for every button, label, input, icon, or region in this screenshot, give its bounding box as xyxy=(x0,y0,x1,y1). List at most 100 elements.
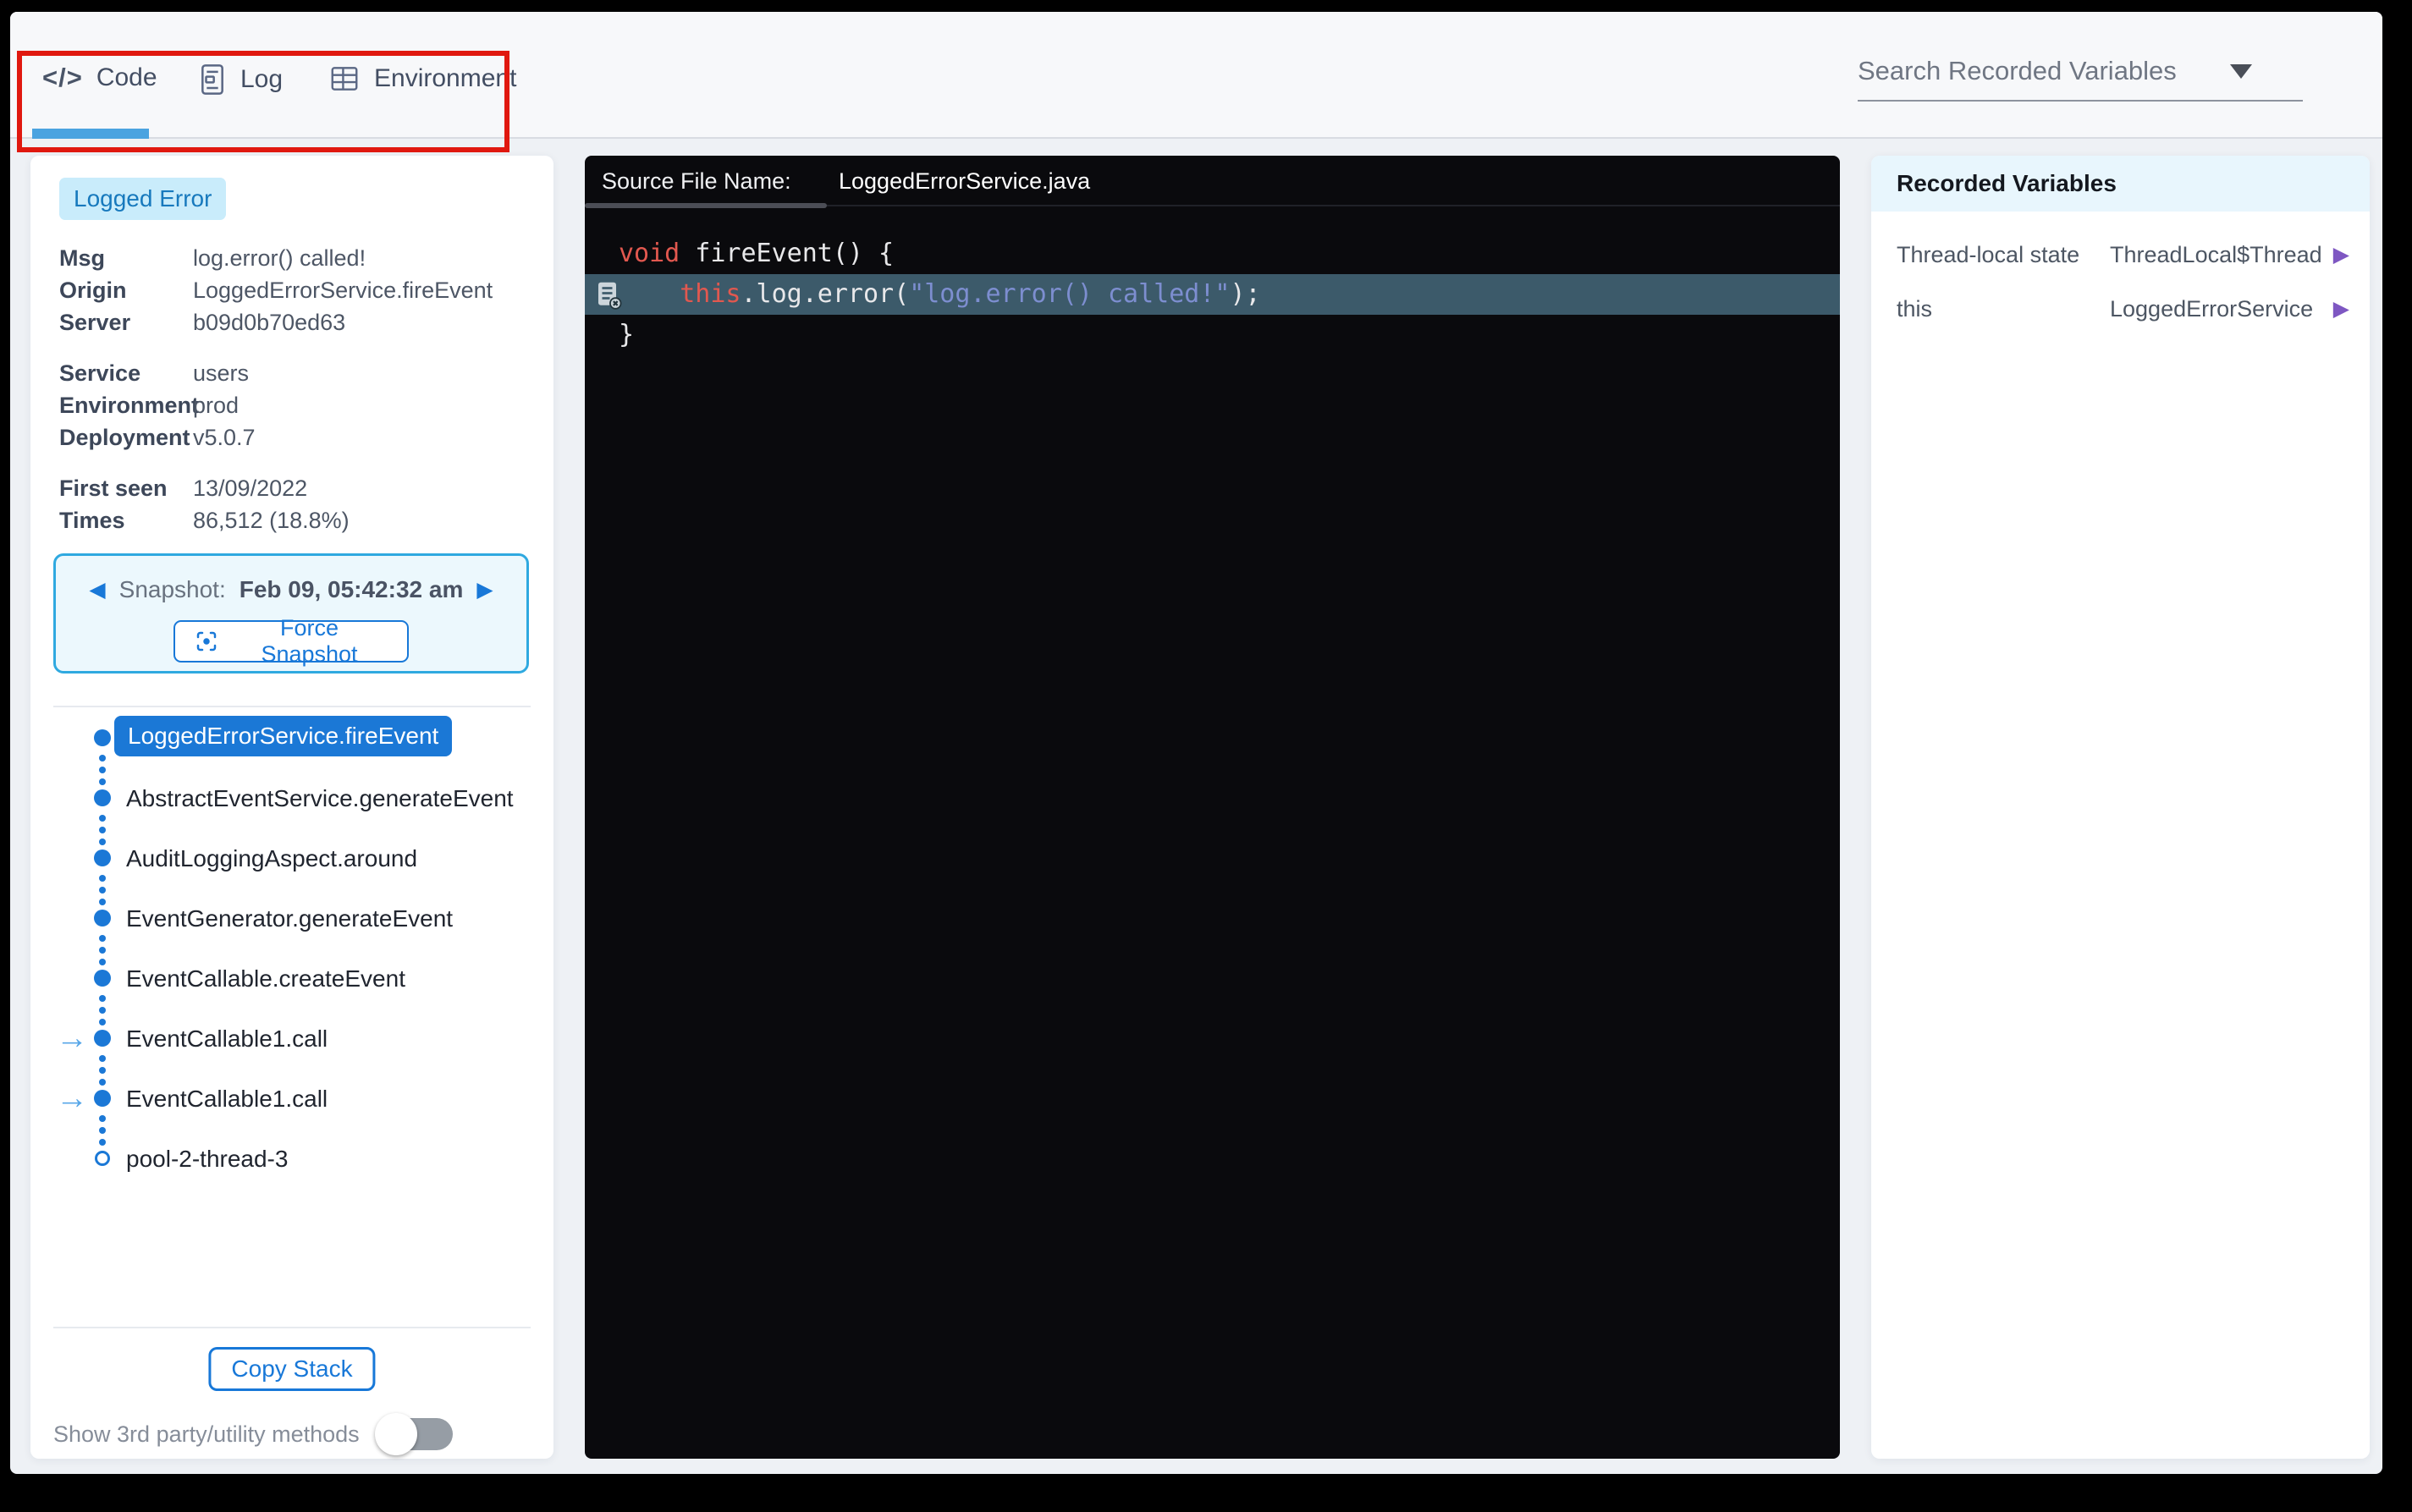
log-icon xyxy=(198,63,227,96)
field-row: Environmentprod xyxy=(59,389,540,421)
field-group: First seen13/09/2022Times86,512 (18.8%) xyxy=(59,472,540,536)
field-value: LoggedErrorService.fireEvent xyxy=(193,278,493,304)
stack-frame-label: AbstractEventService.generateEvent xyxy=(126,784,514,813)
stack-frame-label: EventGenerator.generateEvent xyxy=(126,904,453,933)
stack-node-icon xyxy=(94,849,111,866)
snapshot-label: Snapshot: xyxy=(119,576,226,603)
stack-item[interactable]: → EventCallable1.call xyxy=(30,1020,553,1080)
force-snapshot-label: Force Snapshot xyxy=(230,615,388,668)
dropdown-arrow-icon[interactable] xyxy=(2230,64,2252,79)
field-label: Deployment xyxy=(59,425,193,451)
variable-name: this xyxy=(1897,296,1932,322)
tab-environment[interactable]: Environment xyxy=(328,63,516,95)
field-value: 13/09/2022 xyxy=(193,476,307,502)
field-label: Times xyxy=(59,508,193,534)
code-token: "log.error() called!" xyxy=(909,279,1230,309)
editor-header: Source File Name: LoggedErrorService.jav… xyxy=(585,156,1840,206)
divider xyxy=(53,706,531,707)
toggle-knob xyxy=(375,1413,417,1455)
third-party-toggle[interactable] xyxy=(380,1418,453,1450)
recorded-variables-panel: Recorded Variables Thread-local stateThr… xyxy=(1871,156,2370,1459)
stack-item[interactable]: AbstractEventService.generateEvent xyxy=(30,779,553,839)
stack-frame-label: EventCallable1.call xyxy=(126,1025,328,1053)
variables-list: Thread-local stateThreadLocal$ThreadL…▶t… xyxy=(1871,212,2370,340)
stack-item[interactable]: →EventCallable1.call xyxy=(30,1080,553,1140)
previous-snapshot-arrow[interactable]: ◀ xyxy=(89,580,105,601)
stack-item[interactable]: AuditLoggingAspect.around xyxy=(30,839,553,899)
code-token xyxy=(619,279,680,309)
next-snapshot-arrow[interactable]: ▶ xyxy=(476,580,493,601)
toggle-label: Show 3rd party/utility methods xyxy=(53,1421,360,1448)
field-row: Deploymentv5.0.7 xyxy=(59,421,540,454)
field-value: users xyxy=(193,360,249,387)
stack-node-icon xyxy=(94,789,111,806)
tab-environment-label: Environment xyxy=(374,64,516,93)
tab-log[interactable]: Log xyxy=(198,63,283,96)
code-token: } xyxy=(619,320,634,349)
field-label: First seen xyxy=(59,476,193,502)
thread-node-icon xyxy=(95,1151,110,1166)
logpoint-icon[interactable] xyxy=(593,279,624,310)
code-line[interactable]: } xyxy=(585,315,1840,355)
expand-arrow-icon[interactable]: ▶ xyxy=(2333,296,2349,322)
source-file-label: Source File Name: xyxy=(602,168,791,195)
stack-item[interactable]: EventCallable.createEvent xyxy=(30,959,553,1020)
recorded-variables-title: Recorded Variables xyxy=(1897,170,2117,197)
tab-log-label: Log xyxy=(240,65,283,94)
stack-item[interactable]: LoggedErrorService.fireEvent xyxy=(30,719,553,779)
field-row: OriginLoggedErrorService.fireEvent xyxy=(59,274,540,306)
search-recorded-variables[interactable]: Search Recorded Variables xyxy=(1858,56,2303,102)
entry-arrow-icon: → xyxy=(56,1020,88,1056)
recorded-variables-header: Recorded Variables xyxy=(1871,156,2370,212)
field-row: First seen13/09/2022 xyxy=(59,472,540,504)
snapshot-nav-row: ◀ Snapshot: Feb 09, 05:42:32 am ▶ xyxy=(56,576,526,603)
stack-trace-list: LoggedErrorService.fireEvent AbstractEven… xyxy=(30,719,553,1200)
field-label: Environment xyxy=(59,393,193,419)
field-value: log.error() called! xyxy=(193,245,366,272)
variable-name: Thread-local state xyxy=(1897,242,2079,268)
field-group: Msglog.error() called!OriginLoggedErrorS… xyxy=(59,242,540,338)
stack-item[interactable]: pool-2-thread-3 xyxy=(30,1140,553,1200)
expand-arrow-icon[interactable]: ▶ xyxy=(2333,242,2349,267)
code-token: .log.error( xyxy=(741,279,910,309)
code-line[interactable]: this.log.error("log.error() called!"); xyxy=(585,274,1840,315)
field-group: ServiceusersEnvironmentprodDeploymentv5.… xyxy=(59,357,540,454)
divider xyxy=(53,1327,531,1328)
stack-node-icon xyxy=(94,970,111,987)
field-row: Serverb09d0b70ed63 xyxy=(59,306,540,338)
field-value: 86,512 (18.8%) xyxy=(193,508,350,534)
toggle-row: Show 3rd party/utility methods xyxy=(53,1418,453,1450)
stack-frame-label: LoggedErrorService.fireEvent xyxy=(114,716,452,756)
field-label: Service xyxy=(59,360,193,387)
stack-frame-label: EventCallable.createEvent xyxy=(126,965,405,993)
tab-code[interactable]: </> Code xyxy=(42,63,157,93)
stack-node-icon xyxy=(94,729,111,746)
field-value: v5.0.7 xyxy=(193,425,256,451)
code-editor: Source File Name: LoggedErrorService.jav… xyxy=(585,156,1840,1459)
app-content: </> Code Log xyxy=(10,12,2382,1474)
search-label: Search Recorded Variables xyxy=(1858,56,2177,86)
stack-frame-label: EventCallable1.call xyxy=(126,1085,328,1113)
code-line[interactable]: void fireEvent() { xyxy=(585,234,1840,274)
capture-icon xyxy=(194,629,219,654)
main-area: Logged Error Msglog.error() called!Origi… xyxy=(10,139,2382,1474)
field-label: Server xyxy=(59,310,193,336)
copy-stack-button[interactable]: Copy Stack xyxy=(208,1347,375,1391)
field-label: Origin xyxy=(59,278,193,304)
stack-node-icon xyxy=(94,1090,111,1107)
tab-bar: </> Code Log xyxy=(10,12,2382,139)
variable-row[interactable]: thisLoggedErrorService▶ xyxy=(1871,286,2370,340)
field-row: Times86,512 (18.8%) xyxy=(59,504,540,536)
field-row: Serviceusers xyxy=(59,357,540,389)
field-label: Msg xyxy=(59,245,193,272)
code-token: this xyxy=(680,279,741,309)
variable-row[interactable]: Thread-local stateThreadLocal$ThreadL…▶ xyxy=(1871,232,2370,286)
stack-node-icon xyxy=(94,910,111,926)
code-area[interactable]: void fireEvent() { this.log.error("log.e… xyxy=(585,206,1840,355)
field-value: prod xyxy=(193,393,239,419)
force-snapshot-button[interactable]: Force Snapshot xyxy=(173,620,409,663)
stack-item[interactable]: EventGenerator.generateEvent xyxy=(30,899,553,959)
error-fields: Msglog.error() called!OriginLoggedErrorS… xyxy=(59,242,540,555)
stack-node-icon xyxy=(94,1030,111,1047)
snapshot-timestamp: Feb 09, 05:42:32 am xyxy=(240,576,464,603)
